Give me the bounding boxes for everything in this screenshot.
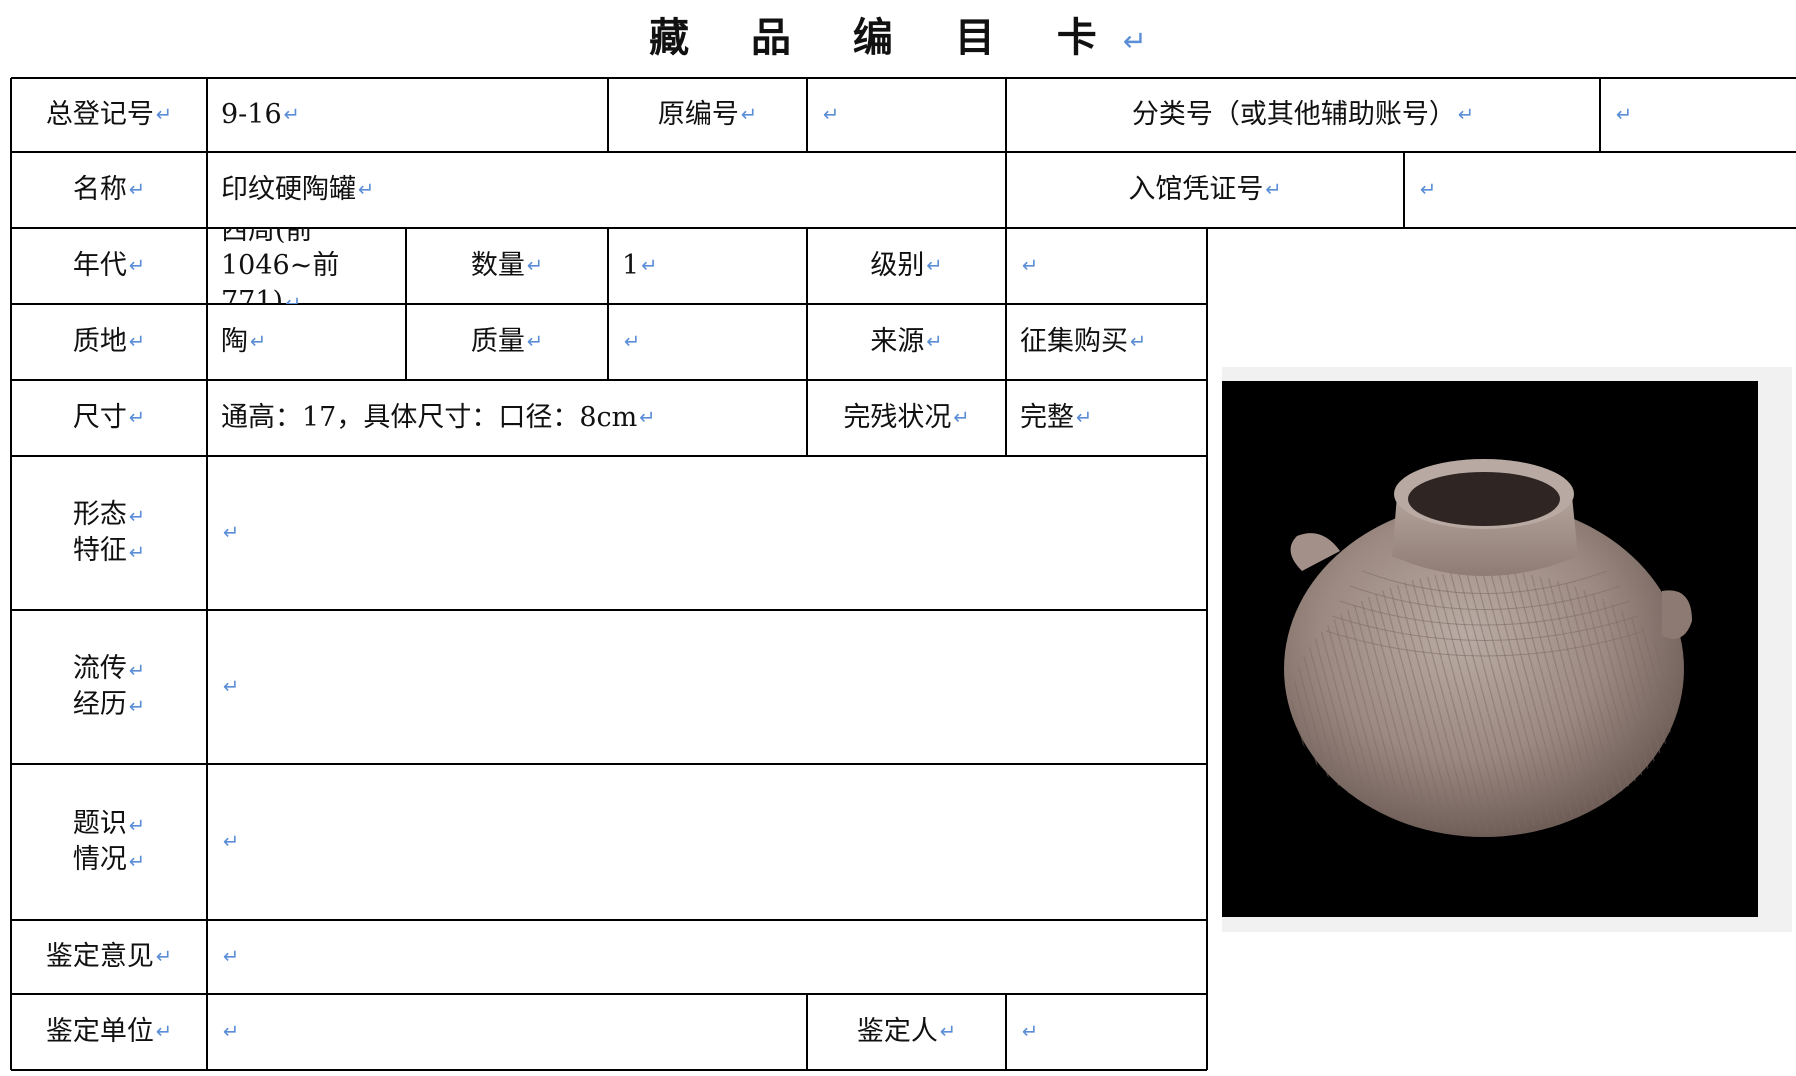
label-appraisal-opinion: 鉴定意见 ↵: [45, 941, 173, 973]
label-grade: 级别 ↵: [870, 250, 943, 282]
value-appraisal-unit[interactable]: ↵: [207, 994, 807, 1070]
label-weight: 质量 ↵: [470, 326, 544, 358]
label-morphology: 形态 ↵ 特征 ↵: [72, 498, 146, 566]
value-morphology[interactable]: ↵: [207, 456, 1207, 610]
label-provenance: 流传 ↵ 经历 ↵: [72, 652, 146, 720]
value-entry-voucher-no[interactable]: ↵: [1404, 152, 1796, 228]
label-name: 名称 ↵: [72, 174, 146, 206]
label-category-no: 分类号（或其他辅助账号） ↵: [1131, 99, 1475, 131]
value-appraisal-opinion[interactable]: ↵: [207, 920, 1207, 994]
label-original-no: 原编号 ↵: [657, 99, 758, 131]
label-appraisal-unit: 鉴定单位 ↵: [45, 1016, 173, 1048]
label-material: 质地 ↵: [72, 326, 146, 358]
value-name[interactable]: 印纹硬陶罐 ↵: [207, 152, 1006, 228]
label-appraiser: 鉴定人 ↵: [856, 1016, 957, 1048]
label-entry-voucher-no: 入馆凭证号 ↵: [1128, 174, 1282, 206]
value-condition[interactable]: 完整 ↵: [1006, 380, 1207, 456]
value-era[interactable]: 西周(前 1046~前 771) ↵: [207, 228, 406, 304]
value-quantity[interactable]: 1 ↵: [608, 228, 807, 304]
value-total-reg-no[interactable]: 9-16 ↵: [207, 78, 608, 152]
value-size[interactable]: 通高：17，具体尺寸：口径：8cm ↵: [207, 380, 807, 456]
value-inscription[interactable]: ↵: [207, 764, 1207, 920]
label-total-reg-no: 总登记号 ↵: [45, 99, 173, 131]
value-grade[interactable]: ↵: [1006, 228, 1207, 304]
label-size: 尺寸 ↵: [72, 402, 146, 434]
label-inscription: 题识 ↵ 情况 ↵: [72, 807, 146, 875]
value-provenance[interactable]: ↵: [207, 610, 1207, 764]
label-quantity: 数量 ↵: [470, 250, 544, 282]
value-appraiser[interactable]: ↵: [1006, 994, 1207, 1070]
value-category-no[interactable]: ↵: [1600, 78, 1796, 152]
value-material[interactable]: 陶 ↵: [207, 304, 406, 380]
label-source: 来源 ↵: [870, 326, 943, 358]
value-source[interactable]: 征集购买 ↵: [1006, 304, 1207, 380]
label-condition: 完残状况 ↵: [843, 402, 970, 434]
value-weight[interactable]: ↵: [608, 304, 807, 380]
value-original-no[interactable]: ↵: [807, 78, 1006, 152]
label-era: 年代 ↵: [72, 250, 146, 282]
